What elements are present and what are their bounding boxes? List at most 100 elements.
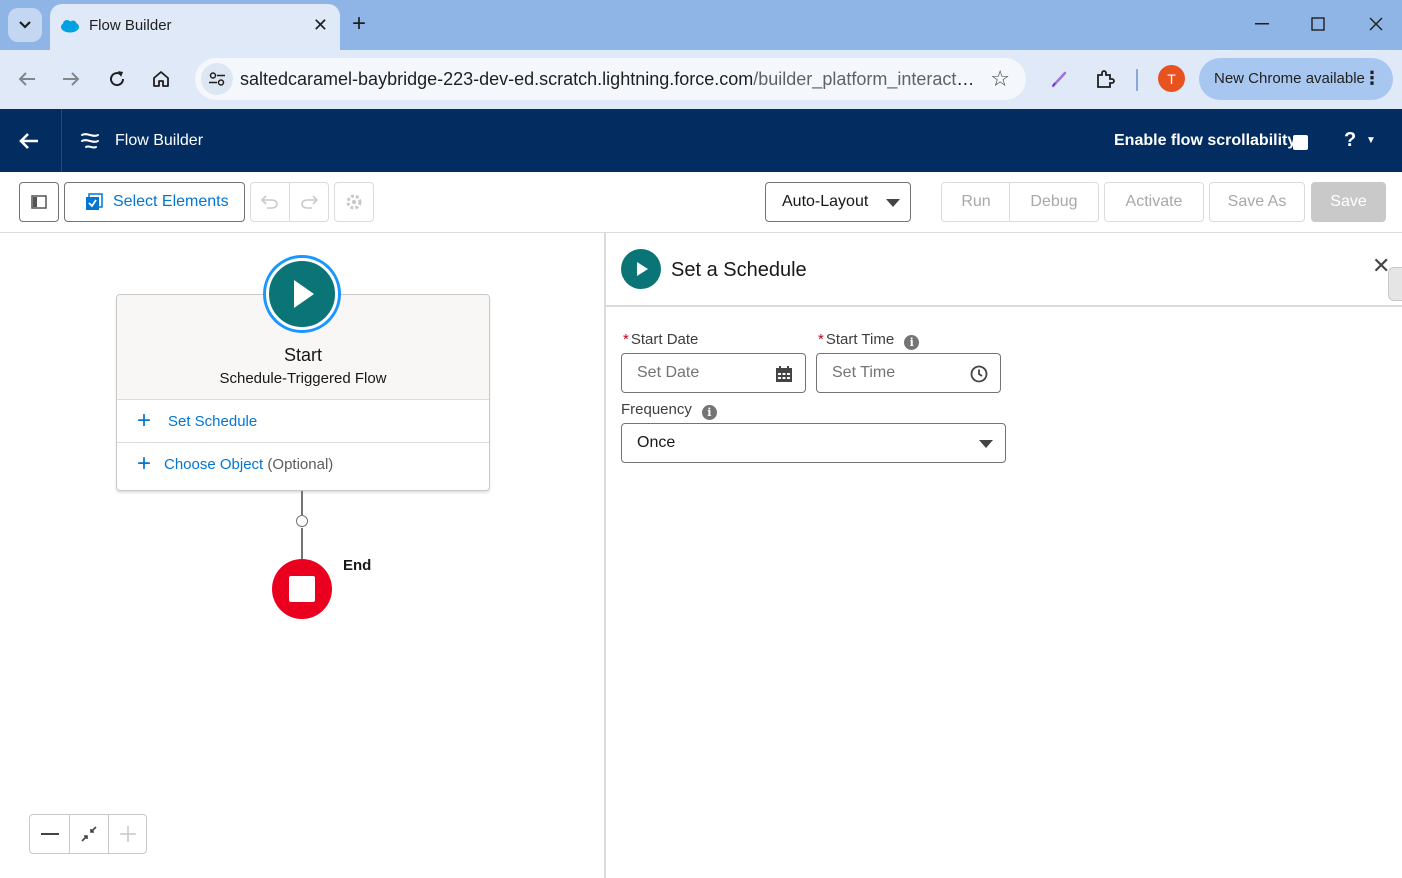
save-as-button[interactable]: Save As bbox=[1209, 182, 1305, 222]
toggle-panel-button[interactable] bbox=[19, 182, 59, 222]
salesforce-cloud-icon bbox=[61, 20, 79, 33]
start-node[interactable] bbox=[266, 258, 338, 330]
tab-title: Flow Builder bbox=[89, 17, 172, 34]
select-elements-label: Select Elements bbox=[113, 193, 229, 210]
site-info-icon[interactable] bbox=[201, 63, 233, 95]
minimize-icon[interactable] bbox=[1252, 14, 1272, 34]
calendar-icon[interactable] bbox=[775, 365, 793, 383]
gear-icon bbox=[346, 194, 362, 210]
toolbar-separator bbox=[1136, 69, 1138, 91]
start-date-label: * Start Date bbox=[623, 331, 698, 348]
start-time-placeholder: Set Time bbox=[832, 364, 896, 381]
browser-tab-strip: Flow Builder ✕ + bbox=[0, 0, 1402, 50]
chevron-down-icon bbox=[979, 440, 993, 448]
address-bar[interactable]: saltedcaramel-baybridge-223-dev-ed.scrat… bbox=[195, 58, 1026, 100]
optional-label: (Optional) bbox=[267, 456, 334, 473]
frequency-select[interactable]: Once bbox=[621, 423, 1006, 463]
required-marker: * bbox=[623, 331, 629, 348]
stop-icon bbox=[289, 576, 315, 602]
start-flow-type: Schedule-Triggered Flow bbox=[219, 370, 387, 387]
bookmark-star-icon[interactable]: ☆ bbox=[990, 66, 1010, 92]
pen-extension-icon[interactable] bbox=[1048, 67, 1072, 91]
settings-button[interactable] bbox=[334, 182, 374, 222]
start-label: Start bbox=[283, 345, 322, 365]
zoom-out-button[interactable] bbox=[30, 815, 69, 853]
panel-header: Set a Schedule ✕ bbox=[606, 233, 1402, 307]
end-label: End bbox=[343, 557, 372, 574]
debug-label: Debug bbox=[1030, 193, 1078, 210]
close-window-icon[interactable] bbox=[1366, 14, 1386, 34]
chrome-update-label: New Chrome available bbox=[1214, 70, 1365, 87]
activate-label: Activate bbox=[1125, 193, 1183, 210]
tab-close-icon[interactable]: ✕ bbox=[313, 15, 328, 36]
debug-button[interactable]: Debug bbox=[1009, 182, 1099, 222]
info-icon[interactable]: i bbox=[904, 335, 920, 350]
scrollability-label: Enable flow scrollability bbox=[1114, 132, 1297, 149]
chevron-down-icon bbox=[886, 199, 900, 207]
start-time-input[interactable]: Set Time bbox=[816, 353, 1001, 393]
run-button[interactable]: Run bbox=[941, 182, 1011, 222]
frequency-label: Frequency i bbox=[621, 401, 717, 420]
back-arrow-icon[interactable] bbox=[18, 129, 42, 153]
extensions-puzzle-icon[interactable] bbox=[1093, 67, 1117, 91]
new-tab-button[interactable]: + bbox=[352, 10, 366, 38]
browser-toolbar: saltedcaramel-baybridge-223-dev-ed.scrat… bbox=[0, 50, 1402, 109]
connector-line bbox=[301, 491, 303, 515]
end-node[interactable] bbox=[272, 559, 332, 619]
flow-logo-icon bbox=[81, 133, 99, 149]
zoom-controls bbox=[29, 814, 147, 854]
info-icon[interactable]: i bbox=[701, 405, 717, 420]
undo-icon bbox=[261, 195, 278, 209]
set-schedule-row[interactable]: + Set Schedule bbox=[117, 400, 489, 443]
forward-arrow-icon[interactable] bbox=[59, 67, 83, 91]
tab-search-button[interactable] bbox=[8, 8, 42, 42]
fit-to-view-icon bbox=[81, 826, 97, 842]
help-caret-icon[interactable]: ▼ bbox=[1366, 135, 1376, 146]
back-arrow-icon[interactable] bbox=[15, 67, 39, 91]
browser-tab-active[interactable]: Flow Builder ✕ bbox=[50, 4, 340, 50]
layout-select[interactable]: Auto-Layout bbox=[765, 182, 911, 222]
property-editor-panel: Set a Schedule ✕ * Start Date Set Date * S… bbox=[606, 233, 1402, 878]
add-element-connector[interactable] bbox=[296, 515, 308, 527]
start-date-input[interactable]: Set Date bbox=[621, 353, 806, 393]
url-text[interactable]: saltedcaramel-baybridge-223-dev-ed.scrat… bbox=[240, 69, 978, 90]
help-icon[interactable]: ? bbox=[1344, 129, 1356, 152]
play-icon bbox=[637, 262, 648, 276]
frequency-value: Once bbox=[637, 434, 676, 451]
plus-icon: + bbox=[137, 407, 152, 434]
choose-object-row[interactable]: + Choose Object (Optional) bbox=[117, 443, 489, 486]
flow-builder-header: Flow Builder Enable flow scrollability ?… bbox=[0, 109, 1402, 172]
clock-icon[interactable] bbox=[970, 365, 988, 383]
activate-button[interactable]: Activate bbox=[1104, 182, 1204, 222]
save-button[interactable]: Save bbox=[1311, 182, 1386, 222]
plus-icon: + bbox=[137, 450, 152, 477]
panel-collapse-handle[interactable] bbox=[1388, 267, 1402, 301]
chrome-update-button[interactable]: New Chrome available ⋮ bbox=[1199, 58, 1393, 100]
set-schedule-link[interactable]: Set Schedule bbox=[168, 413, 257, 430]
maximize-icon[interactable] bbox=[1308, 14, 1328, 34]
header-divider bbox=[61, 109, 62, 172]
panel-title: Set a Schedule bbox=[671, 259, 807, 281]
redo-button[interactable] bbox=[289, 182, 329, 222]
home-icon[interactable] bbox=[149, 67, 173, 91]
url-host: saltedcaramel-baybridge-223-dev-ed.scrat… bbox=[240, 69, 754, 89]
start-date-placeholder: Set Date bbox=[637, 364, 700, 381]
profile-avatar[interactable]: T bbox=[1158, 65, 1185, 92]
select-checkbox-icon bbox=[86, 193, 103, 210]
start-element-icon bbox=[621, 249, 661, 289]
choose-object-link[interactable]: Choose Object bbox=[164, 456, 263, 473]
reload-icon[interactable] bbox=[105, 67, 129, 91]
run-label: Run bbox=[961, 193, 991, 210]
select-elements-button[interactable]: Select Elements bbox=[64, 182, 245, 222]
undo-button[interactable] bbox=[250, 182, 290, 222]
save-as-label: Save As bbox=[1227, 193, 1287, 210]
frequency-label-text: Frequency bbox=[621, 401, 692, 418]
fit-view-button[interactable] bbox=[69, 815, 108, 853]
zoom-in-button[interactable] bbox=[108, 815, 147, 853]
scrollability-checkbox[interactable] bbox=[1293, 135, 1308, 150]
plus-icon bbox=[120, 826, 136, 842]
save-label: Save bbox=[1330, 193, 1367, 210]
kebab-menu-icon[interactable]: ⋮ bbox=[1363, 68, 1381, 89]
layout-select-value: Auto-Layout bbox=[782, 193, 869, 210]
builder-toolbar: Select Elements Auto-Layout Run Debug Ac… bbox=[0, 172, 1402, 233]
